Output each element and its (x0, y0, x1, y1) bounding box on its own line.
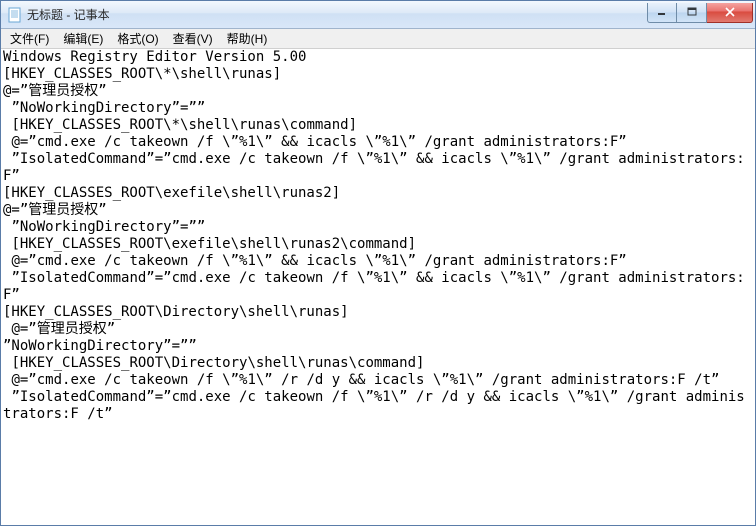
maximize-button[interactable] (677, 3, 707, 23)
titlebar[interactable]: 无标题 - 记事本 (1, 1, 755, 29)
menubar: 文件(F) 编辑(E) 格式(O) 查看(V) 帮助(H) (1, 29, 755, 49)
menu-view[interactable]: 查看(V) (166, 28, 220, 49)
menu-file[interactable]: 文件(F) (3, 28, 56, 49)
menu-format[interactable]: 格式(O) (110, 28, 165, 49)
window-controls (647, 3, 753, 23)
minimize-button[interactable] (647, 3, 677, 23)
menu-edit[interactable]: 编辑(E) (56, 28, 110, 49)
window-title: 无标题 - 记事本 (27, 6, 647, 23)
close-button[interactable] (707, 3, 753, 23)
editor-area[interactable]: Windows Registry Editor Version 5.00 [HK… (1, 49, 755, 525)
menu-help[interactable]: 帮助(H) (220, 28, 275, 49)
notepad-icon (7, 7, 23, 23)
document-text[interactable]: Windows Registry Editor Version 5.00 [HK… (1, 49, 755, 423)
